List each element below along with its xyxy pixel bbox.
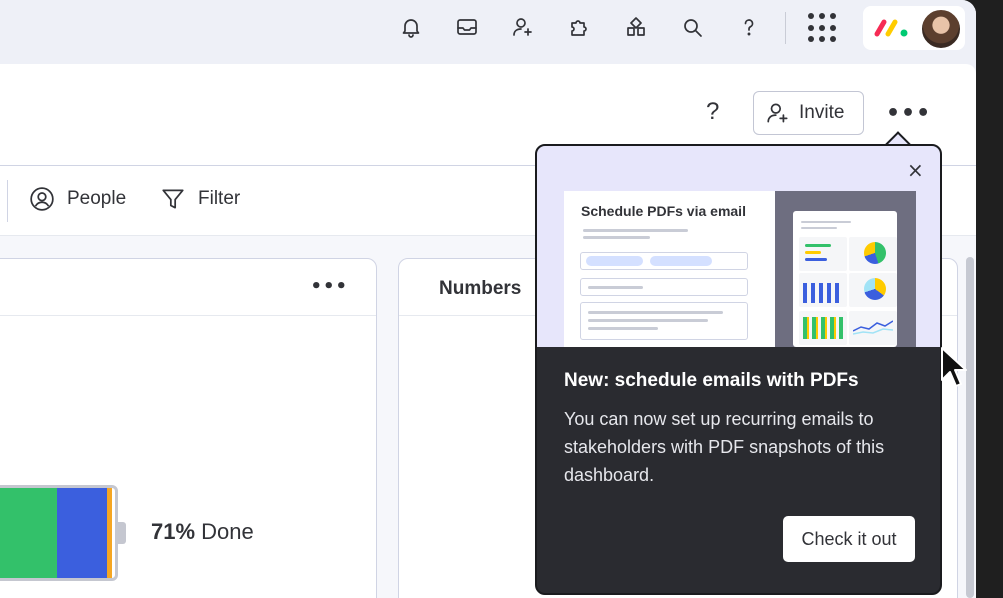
page-scrollbar[interactable] [966,257,974,598]
help-icon[interactable] [735,13,763,41]
invite-member-icon[interactable] [509,13,537,41]
search-icon[interactable] [678,13,706,41]
widget-header-divider [0,315,376,316]
feature-announcement-popover: Schedule PDFs via email × New: schedule … [535,144,942,595]
invite-label: Invite [799,102,845,123]
pdf-preview-illustration [775,191,916,347]
done-percent-value: 71% [151,519,196,544]
done-percentage: 71% Done [151,519,254,545]
board-help-icon[interactable]: ? [706,98,719,126]
filter-label: Filter [198,188,241,209]
mouse-cursor-icon [941,347,967,387]
monday-logo-icon [874,19,908,37]
person-circle-icon [30,187,54,211]
people-label: People [67,188,127,209]
add-person-icon [767,103,788,123]
popover-title: New: schedule emails with PDFs [564,370,859,391]
close-popover-button[interactable]: × [907,160,924,180]
battery-cap [118,522,126,544]
topbar-divider [785,12,786,44]
filter-button[interactable]: Filter [160,186,240,212]
more-options-button[interactable]: ••• [886,103,931,125]
top-bar [0,0,976,64]
filter-funnel-icon [162,189,184,209]
popover-description: You can now set up recurring emails to s… [564,409,885,485]
invite-button[interactable]: Invite [753,91,864,135]
apps-puzzle-icon[interactable] [565,13,593,41]
illustration-title: Schedule PDFs via email [581,203,746,219]
inbox-icon[interactable] [453,13,481,41]
account-menu[interactable] [863,6,965,50]
people-filter-button[interactable]: People [29,186,126,212]
battery-segment-orange [107,488,112,578]
done-label: Done [195,519,254,544]
battery-segment-green [0,488,57,578]
app-grid-icon[interactable] [808,13,838,43]
status-battery [0,485,118,581]
email-form-illustration: Schedule PDFs via email [564,191,775,347]
widget-title: Numbers [439,278,522,299]
avatar[interactable] [920,8,962,50]
toolbar-separator [7,180,8,222]
widget-menu-button[interactable]: ••• [310,276,348,297]
marketplace-icon[interactable] [622,13,650,41]
battery-segment-blue [57,488,107,578]
bell-icon[interactable] [397,13,425,41]
check-it-out-button[interactable]: Check it out [783,516,915,562]
pdf-sheet-illustration [793,211,897,347]
popover-illustration: Schedule PDFs via email × [537,146,940,347]
